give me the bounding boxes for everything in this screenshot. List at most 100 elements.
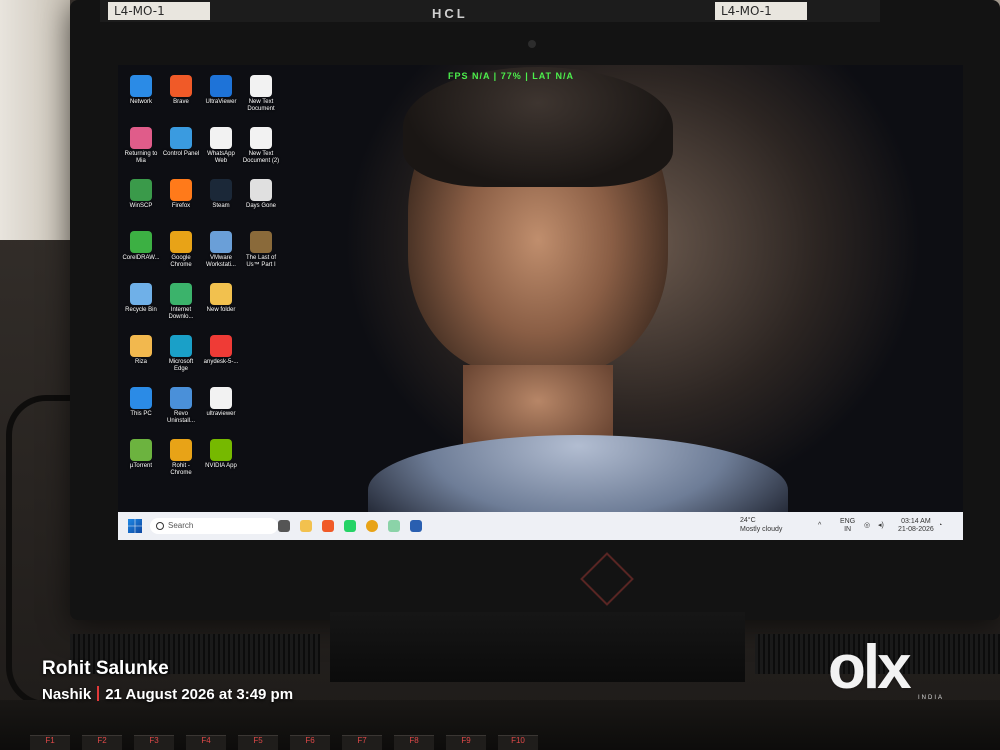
- notification-icon[interactable]: ◔: [938, 522, 942, 530]
- volume-icon[interactable]: ◂): [878, 522, 884, 530]
- desktop-icon[interactable]: Revo Uninstall...: [161, 387, 201, 425]
- desktop-icon[interactable]: Returning to Mia: [121, 127, 161, 165]
- desktop-icon[interactable]: New Text Document: [241, 75, 281, 113]
- laptop-monitor: L4-MO-1 HCL L4-MO-1 FPS N/A | 77% | LAT …: [70, 0, 1000, 620]
- wall: [0, 0, 70, 240]
- desktop-icon-label: Internet Downlo...: [168, 307, 194, 320]
- desktop-icon[interactable]: Network: [121, 75, 161, 106]
- weather-widget[interactable]: 24°C Mostly cloudy: [740, 516, 782, 534]
- desktop-icon-label: Firefox: [171, 203, 191, 209]
- photo-datetime: 21 August 2026 at 3:49 pm: [105, 686, 294, 703]
- app-icon: [250, 231, 272, 253]
- desktop-icon[interactable]: VMware Workstati...: [201, 231, 241, 269]
- app-icon: [170, 387, 192, 409]
- desktop-icon[interactable]: Internet Downlo...: [161, 283, 201, 321]
- file-explorer-icon[interactable]: [300, 520, 312, 532]
- desktop-icon[interactable]: anydesk-5-...: [201, 335, 241, 366]
- desktop-icon[interactable]: New folder: [201, 283, 241, 314]
- taskbar-search[interactable]: Search: [150, 518, 278, 534]
- wallpaper-hair: [403, 67, 673, 187]
- desktop-icon[interactable]: Brave: [161, 75, 201, 106]
- desktop-icon-label: anydesk-5-...: [203, 359, 239, 365]
- clock-date: 21-08-2026: [898, 526, 934, 533]
- desktop-icon[interactable]: ultraviewer: [201, 387, 241, 418]
- chrome-icon[interactable]: [366, 520, 378, 532]
- omen-logo: [580, 552, 634, 606]
- app-icon: [250, 75, 272, 97]
- desktop-icons: Network Brave UltraViewer New Text Document…: [118, 65, 298, 505]
- app-icon: [170, 283, 192, 305]
- monitor-stand: [330, 612, 745, 682]
- function-key: F9: [446, 735, 486, 750]
- desktop-icon-label: Brave: [173, 99, 189, 105]
- brave-icon[interactable]: [322, 520, 334, 532]
- desktop-icon[interactable]: µTorrent: [121, 439, 161, 470]
- desktop-icon-label: Network: [129, 99, 152, 105]
- desktop-icon-label: WinSCP: [129, 203, 153, 209]
- asset-sticker-left: L4-MO-1: [108, 2, 210, 20]
- function-key: F10: [498, 735, 538, 750]
- desktop-icon[interactable]: WhatsApp Web: [201, 127, 241, 165]
- app-icon: [170, 439, 192, 461]
- desktop-icon[interactable]: UltraViewer: [201, 75, 241, 106]
- desktop-icon-label: µTorrent: [129, 463, 153, 469]
- whatsapp-icon[interactable]: [344, 520, 356, 532]
- app-icon: [130, 75, 152, 97]
- weather-temp: 24°C: [740, 517, 756, 524]
- desktop-icon[interactable]: Steam: [201, 179, 241, 210]
- desktop-icon[interactable]: Days Gone: [241, 179, 281, 210]
- function-key: F1: [30, 735, 70, 750]
- powershell-icon[interactable]: [410, 520, 422, 532]
- desktop-icon[interactable]: Google Chrome: [161, 231, 201, 269]
- weather-desc: Mostly cloudy: [740, 526, 783, 533]
- app-icon: [210, 283, 232, 305]
- desktop-icon[interactable]: CorelDRAW...: [121, 231, 161, 262]
- language-indicator[interactable]: ENG IN: [840, 518, 855, 534]
- desktop-icon-label: New Text Document: [247, 99, 275, 112]
- app-icon: [130, 387, 152, 409]
- whatsapp-web-icon[interactable]: [388, 520, 400, 532]
- clock[interactable]: 03:14 AM 21-08-2026: [898, 518, 934, 534]
- app-icon: [170, 127, 192, 149]
- network-icon[interactable]: ◎: [864, 522, 870, 530]
- desktop-icon[interactable]: New Text Document (2): [241, 127, 281, 165]
- desktop-icon[interactable]: Control Panel: [161, 127, 201, 158]
- start-icon[interactable]: [128, 519, 142, 533]
- search-icon: [156, 522, 164, 530]
- desktop-icon[interactable]: Recycle Bin: [121, 283, 161, 314]
- clock-time: 03:14 AM: [901, 518, 931, 525]
- desktop-icon[interactable]: Riza: [121, 335, 161, 366]
- desktop-icon[interactable]: WinSCP: [121, 179, 161, 210]
- language-code: ENG: [840, 518, 856, 525]
- task-view-icon[interactable]: [278, 520, 290, 532]
- app-icon: [210, 387, 232, 409]
- desktop-icon[interactable]: Rohit - Chrome: [161, 439, 201, 477]
- olx-watermark-sub: INDIA: [918, 695, 945, 701]
- app-icon: [210, 75, 232, 97]
- app-icon: [210, 127, 232, 149]
- tray-chevron-icon[interactable]: ^: [818, 522, 821, 530]
- desktop-icon[interactable]: NVIDIA App: [201, 439, 241, 470]
- desktop-icon-label: UltraViewer: [205, 99, 237, 105]
- function-key: F8: [394, 735, 434, 750]
- desktop-icon-label: Recycle Bin: [125, 307, 157, 313]
- desktop-icon[interactable]: Firefox: [161, 179, 201, 210]
- app-icon: [210, 439, 232, 461]
- app-icon: [210, 231, 232, 253]
- app-icon: [130, 439, 152, 461]
- fps-overlay: FPS N/A | 77% | LAT N/A: [448, 71, 575, 81]
- desktop-icon-label: New folder: [206, 307, 236, 313]
- desktop-icon-label: Returning to Mia: [124, 151, 158, 164]
- app-icon: [170, 335, 192, 357]
- desktop-icon[interactable]: The Last of Us™ Part I: [241, 231, 281, 269]
- brand-logo: HCL: [432, 6, 468, 21]
- desktop-icon-label: CorelDRAW...: [122, 255, 160, 261]
- desktop-icon[interactable]: This PC: [121, 387, 161, 418]
- app-icon: [170, 231, 192, 253]
- function-key: F7: [342, 735, 382, 750]
- desktop-icon-label: Revo Uninstall...: [166, 411, 195, 424]
- desktop-icon-label: Google Chrome: [170, 255, 192, 268]
- desktop-icon[interactable]: Microsoft Edge: [161, 335, 201, 373]
- desktop-icon-label: Riza: [134, 359, 147, 365]
- app-icon: [130, 283, 152, 305]
